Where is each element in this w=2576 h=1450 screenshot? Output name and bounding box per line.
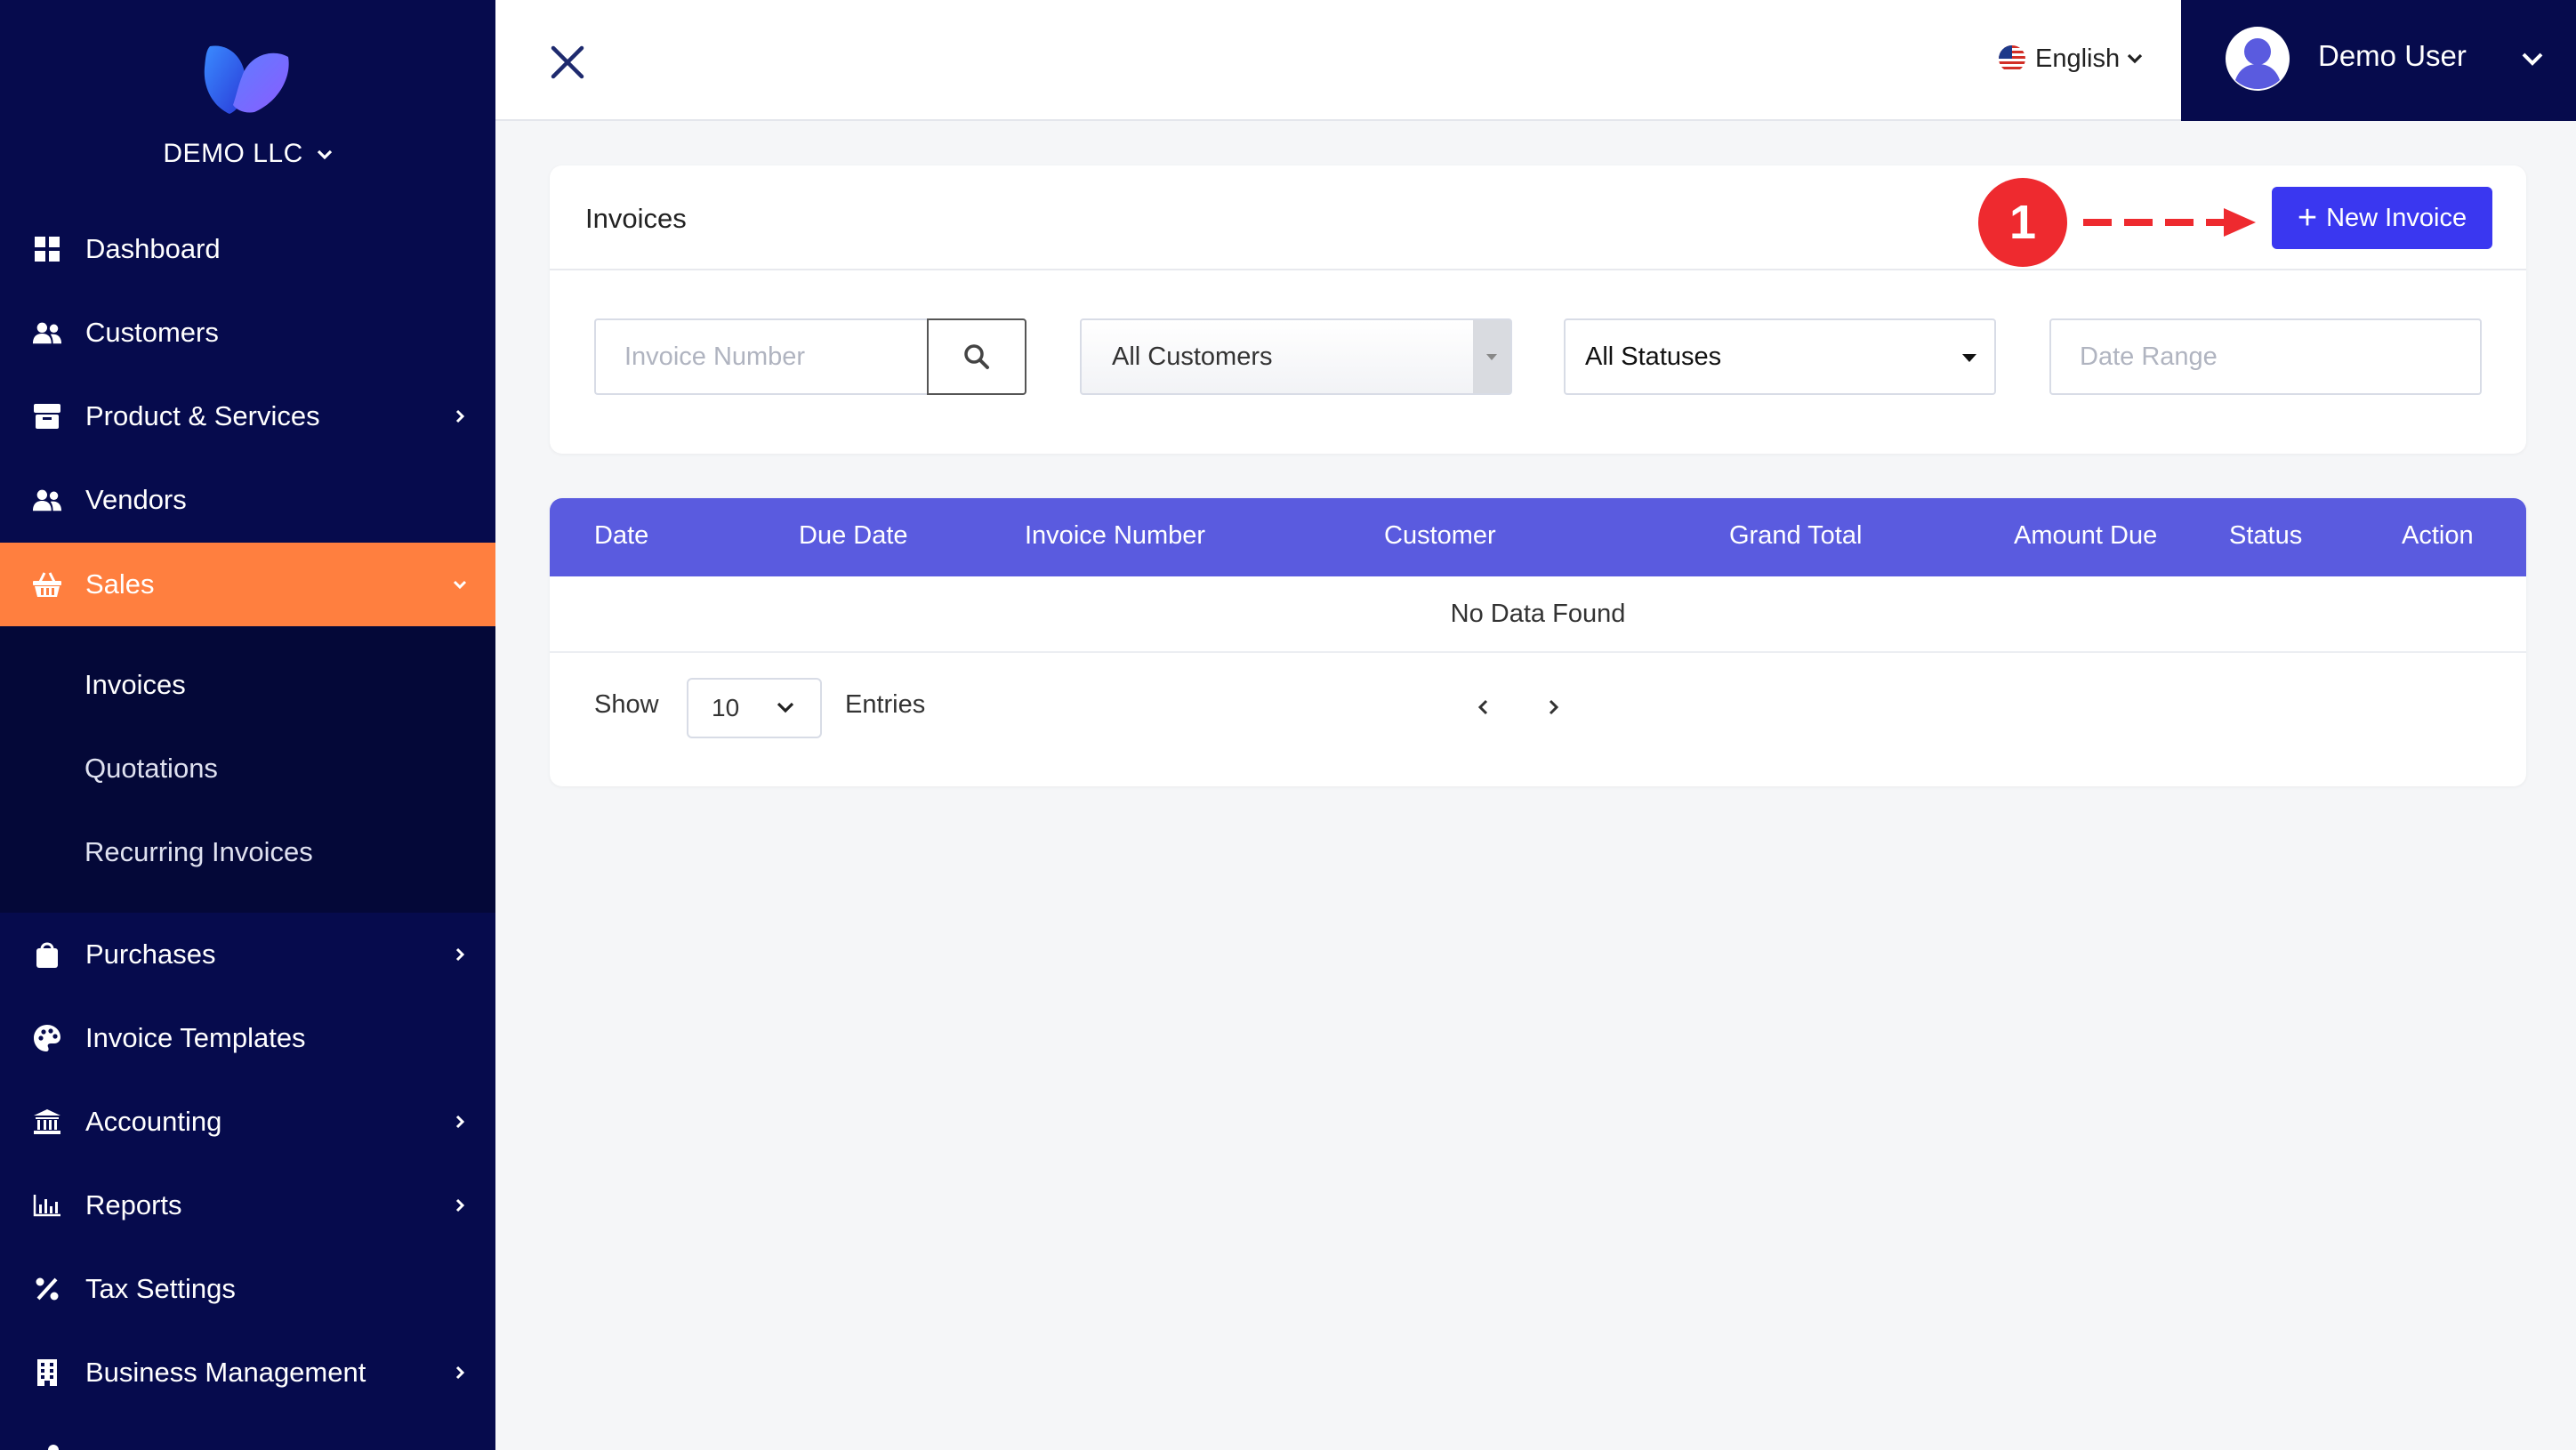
sidebar-item-accounting[interactable]: Accounting <box>0 1080 495 1164</box>
sidebar-item-label: Business Management <box>85 1357 366 1388</box>
company-name: DEMO LLC <box>163 139 303 168</box>
column-header-due-date[interactable]: Due Date <box>799 521 908 551</box>
invoice-number-input[interactable]: Invoice Number <box>594 318 927 395</box>
new-invoice-label: New Invoice <box>2326 203 2467 232</box>
user-menu[interactable]: Demo User <box>2181 0 2576 121</box>
sidebar-item-sales[interactable]: Sales <box>0 543 495 626</box>
table-header: Date Due Date Invoice Number Customer Gr… <box>550 498 2526 576</box>
chevron-right-icon[interactable] <box>1544 696 1562 719</box>
step-marker: 1 <box>1978 178 2067 267</box>
entries-label: Entries <box>845 690 926 719</box>
chevron-down-icon <box>2127 53 2143 64</box>
submenu-item-quotations[interactable]: Quotations <box>85 753 218 785</box>
us-flag-icon <box>1999 45 2025 72</box>
sidebar-item-label: Accounting <box>85 1106 222 1137</box>
submenu-item-recurring-invoices[interactable]: Recurring Invoices <box>85 836 313 868</box>
company-logo-icon <box>204 45 289 114</box>
sidebar-item-dashboard[interactable]: Dashboard <box>0 207 495 291</box>
sidebar-item-label: Customers <box>85 317 219 348</box>
chevron-right-icon <box>455 1365 465 1380</box>
page-size-value: 10 <box>712 694 740 721</box>
dashboard-icon <box>32 234 62 264</box>
bank-icon <box>32 1107 62 1137</box>
sidebar-item-business-management[interactable]: Business Management <box>0 1331 495 1414</box>
percent-icon <box>32 1274 62 1304</box>
bar-chart-icon <box>32 1190 62 1220</box>
date-range-input[interactable]: Date Range <box>2049 318 2482 395</box>
sidebar-item-label: Sales <box>85 568 155 600</box>
empty-state-message: No Data Found <box>550 576 2526 653</box>
caret-down-icon <box>1962 354 1976 362</box>
building-icon <box>32 1357 62 1388</box>
box-icon <box>32 401 62 431</box>
caret-down-icon <box>1473 320 1510 393</box>
show-label: Show <box>594 690 659 719</box>
sidebar-item-label: Product & Services <box>85 400 320 431</box>
language-label: English <box>2035 44 2121 73</box>
status-select-value: All Statuses <box>1585 342 1722 371</box>
search-button[interactable] <box>927 318 1026 395</box>
sidebar-item-label: Vendors <box>85 484 187 515</box>
close-icon[interactable] <box>548 43 587 82</box>
card-header: Invoices 1 + New Invoice <box>550 165 2526 270</box>
language-selector[interactable]: English <box>1998 41 2145 77</box>
dashed-arrow-icon <box>2083 208 2256 237</box>
user-name: Demo User <box>2318 39 2467 72</box>
chevron-right-icon <box>455 1115 465 1129</box>
user-avatar-icon <box>2226 27 2290 91</box>
submenu-item-invoices[interactable]: Invoices <box>85 669 186 701</box>
invoice-number-placeholder: Invoice Number <box>624 342 806 371</box>
sidebar-item-partial[interactable] <box>0 1414 495 1450</box>
sidebar: DEMO LLC Dashboard Customers Product & S… <box>0 0 495 1450</box>
invoices-card: Invoices 1 + New Invoice Invoice Number … <box>550 165 2526 454</box>
search-icon <box>964 344 989 369</box>
sidebar-item-reports[interactable]: Reports <box>0 1164 495 1247</box>
plus-icon: + <box>2297 199 2318 237</box>
palette-icon <box>32 1023 62 1053</box>
basket-icon <box>32 569 62 600</box>
new-invoice-button[interactable]: + New Invoice <box>2272 187 2492 249</box>
column-header-amount-due[interactable]: Amount Due <box>2014 521 2157 551</box>
page-size-select[interactable]: 10 <box>687 678 822 738</box>
chevron-right-icon <box>455 947 465 962</box>
sidebar-item-tax-settings[interactable]: Tax Settings <box>0 1247 495 1331</box>
sales-submenu: Invoices Quotations Recurring Invoices <box>0 626 495 913</box>
customer-select[interactable]: All Customers <box>1080 318 1512 395</box>
column-header-date[interactable]: Date <box>594 521 648 551</box>
sidebar-item-product-services[interactable]: Product & Services <box>0 375 495 458</box>
sidebar-item-label: Tax Settings <box>85 1273 236 1304</box>
sidebar-item-vendors[interactable]: Vendors <box>0 458 495 542</box>
shopping-bag-icon <box>32 939 62 970</box>
chevron-down-icon <box>453 580 467 590</box>
customer-select-value: All Customers <box>1112 342 1273 371</box>
column-header-customer[interactable]: Customer <box>1384 521 1496 551</box>
chevron-down-icon <box>2522 52 2543 66</box>
sidebar-item-label: Dashboard <box>85 233 221 264</box>
sidebar-item-label: Purchases <box>85 938 216 970</box>
chevron-down-icon <box>317 149 332 160</box>
column-header-grand-total[interactable]: Grand Total <box>1729 521 1862 551</box>
chevron-right-icon <box>455 409 465 423</box>
company-switcher[interactable]: DEMO LLC <box>0 139 495 169</box>
column-header-status[interactable]: Status <box>2229 521 2302 551</box>
date-range-placeholder: Date Range <box>2080 342 2218 371</box>
sidebar-item-purchases[interactable]: Purchases <box>0 913 495 996</box>
sidebar-item-invoice-templates[interactable]: Invoice Templates <box>0 996 495 1080</box>
column-header-invoice-number[interactable]: Invoice Number <box>1025 521 1205 551</box>
invoices-table: Date Due Date Invoice Number Customer Gr… <box>550 498 2526 786</box>
users-icon <box>32 485 62 515</box>
chevron-down-icon <box>777 702 794 713</box>
chevron-left-icon[interactable] <box>1475 696 1493 719</box>
status-select[interactable]: All Statuses <box>1564 318 1996 395</box>
page-title: Invoices <box>585 203 687 234</box>
chevron-right-icon <box>455 1198 465 1212</box>
sidebar-item-label: Reports <box>85 1189 182 1220</box>
sidebar-item-label: Invoice Templates <box>85 1022 306 1053</box>
users-icon <box>32 318 62 348</box>
tools-icon <box>32 1441 62 1450</box>
sidebar-item-customers[interactable]: Customers <box>0 291 495 375</box>
column-header-action: Action <box>2402 521 2474 550</box>
